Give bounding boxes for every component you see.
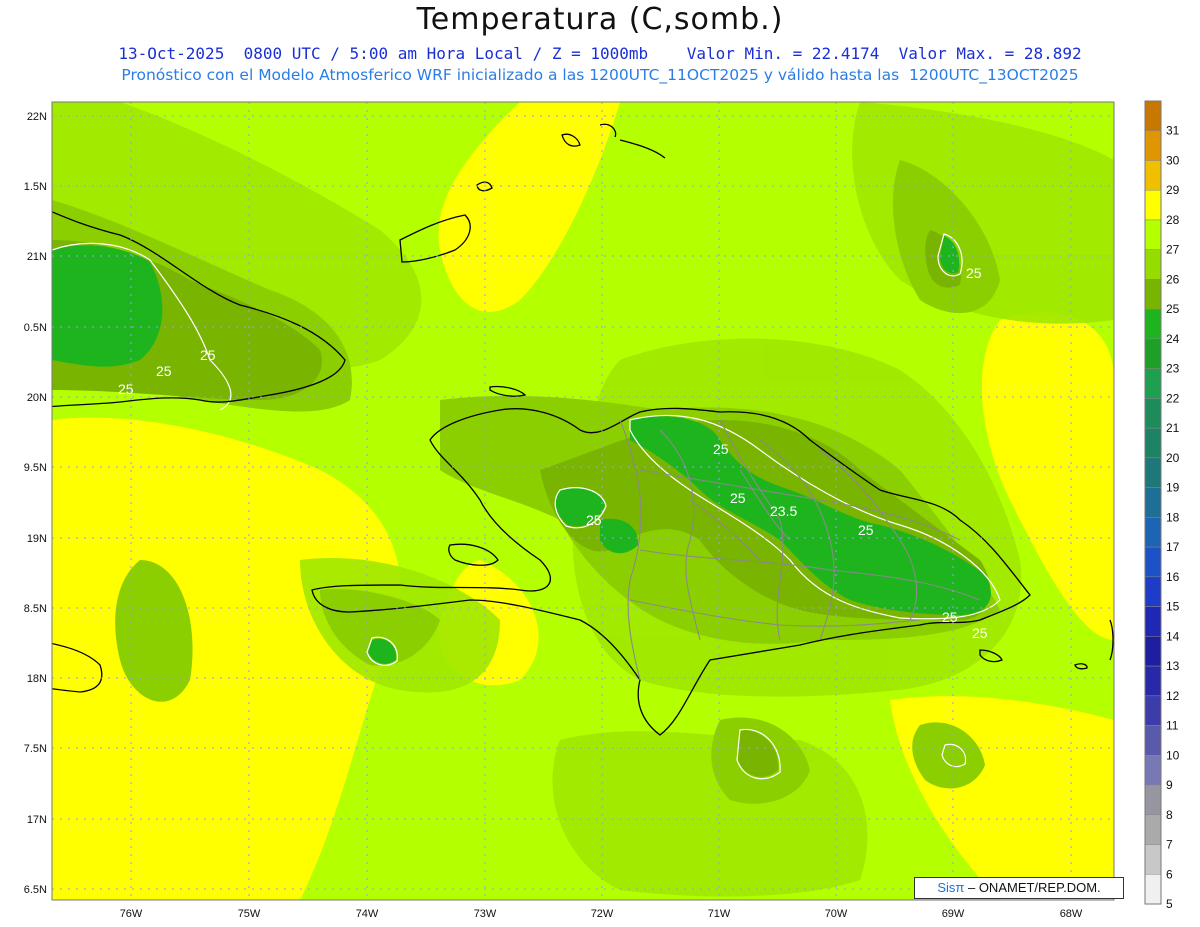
colorbar-swatch bbox=[1144, 338, 1162, 369]
lat-label: 0.5N bbox=[24, 322, 47, 334]
colorbar-swatch bbox=[1144, 219, 1162, 250]
colorbar-label: 10 bbox=[1166, 748, 1180, 762]
colorbar-label: 14 bbox=[1166, 629, 1180, 643]
contour-label: 25 bbox=[942, 609, 958, 625]
colorbar-swatch bbox=[1144, 576, 1162, 607]
colorbar-swatch bbox=[1144, 874, 1162, 905]
contour-label: 25 bbox=[713, 441, 729, 457]
lon-label: 70W bbox=[825, 908, 848, 920]
colorbar-swatch bbox=[1144, 160, 1162, 191]
colorbar-label: 20 bbox=[1166, 451, 1180, 465]
lat-label: 20N bbox=[27, 392, 47, 404]
colorbar-label: 27 bbox=[1166, 243, 1180, 257]
colorbar-swatch bbox=[1144, 844, 1162, 875]
colorbar: 31 30 29 28 27 26 25 24 23 22 21 20 19 18 17 16 15 14 13 12… bbox=[1144, 100, 1180, 911]
colorbar-label: 24 bbox=[1166, 332, 1180, 346]
colorbar-label: 9 bbox=[1166, 778, 1173, 792]
contour-label: 25 bbox=[118, 381, 134, 397]
colorbar-swatch bbox=[1144, 695, 1162, 726]
contour-label: 25 bbox=[972, 625, 988, 641]
colorbar-swatch bbox=[1144, 725, 1162, 756]
colorbar-label: 13 bbox=[1166, 659, 1180, 673]
lat-label: 9.5N bbox=[24, 462, 47, 474]
colorbar-swatch bbox=[1144, 427, 1162, 459]
colorbar-swatch bbox=[1144, 368, 1162, 399]
colorbar-label: 17 bbox=[1166, 540, 1180, 554]
colorbar-swatch bbox=[1144, 249, 1162, 280]
colorbar-label: 23 bbox=[1166, 362, 1180, 376]
colorbar-swatch bbox=[1144, 546, 1162, 578]
credit-box: Sisπ – ONAMET/REP.DOM. bbox=[914, 877, 1124, 899]
colorbar-label: 7 bbox=[1166, 838, 1173, 852]
contour-label: 25 bbox=[730, 490, 746, 506]
contour-label: 25 bbox=[200, 347, 216, 363]
lat-label: 8.5N bbox=[24, 603, 47, 615]
colorbar-label: 31 bbox=[1166, 124, 1180, 138]
colorbar-swatch bbox=[1144, 814, 1162, 845]
colorbar-label: 22 bbox=[1166, 391, 1180, 405]
lat-label: 21N bbox=[27, 251, 47, 263]
lon-label: 75W bbox=[238, 908, 261, 920]
lon-label: 72W bbox=[591, 908, 614, 920]
colorbar-swatch bbox=[1144, 398, 1162, 429]
colorbar-swatch bbox=[1144, 755, 1162, 786]
colorbar-label: 5 bbox=[1166, 897, 1173, 911]
colorbar-label: 12 bbox=[1166, 689, 1180, 703]
colorbar-label: 29 bbox=[1166, 183, 1180, 197]
lon-label: 68W bbox=[1060, 908, 1083, 920]
credit-org: – ONAMET/REP.DOM. bbox=[964, 880, 1101, 895]
sispi-logo-text: Sisπ bbox=[937, 880, 965, 895]
colorbar-label: 19 bbox=[1166, 481, 1180, 495]
colorbar-swatch bbox=[1144, 487, 1162, 518]
temperature-field: 25 25 25 25 25 25 25 23.5 25 25 25 bbox=[52, 102, 1114, 900]
colorbar-label: 6 bbox=[1166, 867, 1173, 881]
lat-label: 17N bbox=[27, 814, 47, 826]
colorbar-swatch bbox=[1144, 636, 1162, 667]
colorbar-swatch bbox=[1144, 100, 1162, 131]
contour-label: 23.5 bbox=[770, 503, 797, 519]
contour-label: 25 bbox=[586, 512, 602, 528]
colorbar-swatch bbox=[1144, 130, 1162, 161]
colorbar-label: 28 bbox=[1166, 213, 1180, 227]
colorbar-label: 8 bbox=[1166, 808, 1173, 822]
colorbar-swatch bbox=[1144, 189, 1162, 221]
latitude-axis: 22N 1.5N 21N 0.5N 20N 9.5N 19N 8.5N 18N … bbox=[24, 111, 47, 896]
lon-label: 76W bbox=[120, 908, 143, 920]
contour-label: 25 bbox=[858, 522, 874, 538]
lat-label: 7.5N bbox=[24, 743, 47, 755]
lat-label: 6.5N bbox=[24, 884, 47, 896]
lon-label: 71W bbox=[708, 908, 731, 920]
lat-label: 19N bbox=[27, 533, 47, 545]
colorbar-swatch bbox=[1144, 279, 1162, 310]
lon-label: 73W bbox=[474, 908, 497, 920]
colorbar-label: 11 bbox=[1166, 719, 1179, 733]
temperature-map: 25 25 25 25 25 25 25 23.5 25 25 25 22N 1… bbox=[24, 100, 1180, 920]
colorbar-swatch bbox=[1144, 665, 1162, 697]
colorbar-swatch bbox=[1144, 517, 1162, 548]
colorbar-label: 18 bbox=[1166, 510, 1180, 524]
colorbar-label: 26 bbox=[1166, 272, 1180, 286]
contour-label: 25 bbox=[966, 265, 982, 281]
lon-label: 69W bbox=[942, 908, 965, 920]
colorbar-label: 25 bbox=[1166, 302, 1180, 316]
lon-label: 74W bbox=[356, 908, 379, 920]
lat-label: 18N bbox=[27, 673, 47, 685]
colorbar-label: 21 bbox=[1166, 421, 1180, 435]
colorbar-label: 30 bbox=[1166, 153, 1180, 167]
colorbar-swatch bbox=[1144, 784, 1162, 816]
colorbar-swatch bbox=[1144, 457, 1162, 488]
contour-label: 25 bbox=[156, 363, 172, 379]
colorbar-swatch bbox=[1144, 308, 1162, 340]
colorbar-label: 15 bbox=[1166, 600, 1180, 614]
lat-label: 1.5N bbox=[24, 181, 47, 193]
lat-label: 22N bbox=[27, 111, 47, 123]
colorbar-label: 16 bbox=[1166, 570, 1180, 584]
colorbar-swatch bbox=[1144, 606, 1162, 637]
longitude-axis: 76W 75W 74W 73W 72W 71W 70W 69W 68W bbox=[120, 908, 1083, 920]
